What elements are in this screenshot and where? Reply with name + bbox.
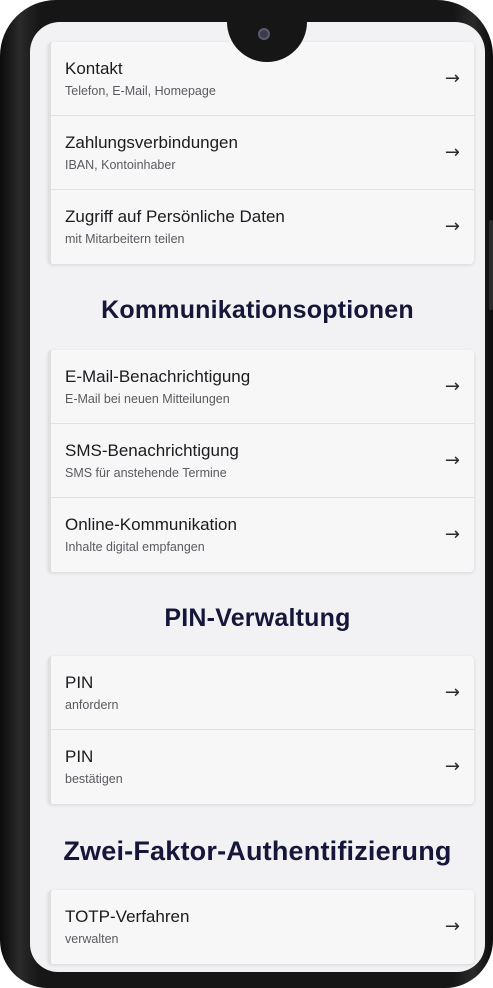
list-item-zahlungsverbindungen[interactable]: Zahlungsverbindungen IBAN, Kontoinhaber … xyxy=(51,116,474,190)
row-subtitle: bestätigen xyxy=(65,772,123,786)
front-camera-icon xyxy=(258,28,270,40)
row-title: PIN xyxy=(65,747,94,766)
arrow-right-icon: → xyxy=(444,68,460,89)
arrow-right-icon: → xyxy=(444,216,460,237)
pin-group: PIN anfordern → PIN bestätigen → xyxy=(48,656,474,804)
row-title: Zugriff auf Persönliche Daten xyxy=(65,207,285,226)
list-item-online-communication[interactable]: Online-Kommunikation Inhalte digital emp… xyxy=(51,498,474,572)
app-screen: Kontakt Telefon, E-Mail, Homepage → Zahl… xyxy=(30,22,485,972)
section-heading-pin: PIN-Verwaltung xyxy=(164,604,351,632)
row-subtitle: SMS für anstehende Termine xyxy=(65,466,227,480)
list-item-pin-confirm[interactable]: PIN bestätigen → xyxy=(51,730,474,804)
list-item-email-notification[interactable]: E-Mail-Benachrichtigung E-Mail bei neuen… xyxy=(51,350,474,424)
row-title: Online-Kommunikation xyxy=(65,515,237,534)
row-title: TOTP-Verfahren xyxy=(65,907,190,926)
arrow-right-icon: → xyxy=(444,682,460,703)
list-item-sms-notification[interactable]: SMS-Benachrichtigung SMS für anstehende … xyxy=(51,424,474,498)
side-button xyxy=(489,220,493,310)
row-title: SMS-Benachrichtigung xyxy=(65,441,239,460)
list-item-totp[interactable]: TOTP-Verfahren verwalten → xyxy=(51,890,474,964)
communication-group: E-Mail-Benachrichtigung E-Mail bei neuen… xyxy=(48,350,474,572)
twofa-group: TOTP-Verfahren verwalten → xyxy=(48,890,474,964)
arrow-right-icon: → xyxy=(444,756,460,777)
list-item-zugriff-daten[interactable]: Zugriff auf Persönliche Daten mit Mitarb… xyxy=(51,190,474,264)
arrow-right-icon: → xyxy=(444,524,460,545)
row-subtitle: mit Mitarbeitern teilen xyxy=(65,232,185,246)
row-subtitle: anfordern xyxy=(65,698,119,712)
row-title: PIN xyxy=(65,673,94,692)
row-subtitle: E-Mail bei neuen Mitteilungen xyxy=(65,392,230,406)
arrow-right-icon: → xyxy=(444,142,460,163)
row-subtitle: verwalten xyxy=(65,932,119,946)
arrow-right-icon: → xyxy=(444,916,460,937)
row-title: Zahlungsverbindungen xyxy=(65,133,238,152)
row-title: E-Mail-Benachrichtigung xyxy=(65,367,251,386)
section-heading-twofa: Zwei-Faktor-Authentifizierung xyxy=(63,836,452,866)
arrow-right-icon: → xyxy=(444,450,460,471)
personal-data-group: Kontakt Telefon, E-Mail, Homepage → Zahl… xyxy=(48,42,474,264)
row-subtitle: Telefon, E-Mail, Homepage xyxy=(65,84,216,98)
phone-frame: Kontakt Telefon, E-Mail, Homepage → Zahl… xyxy=(0,0,493,988)
row-subtitle: Inhalte digital empfangen xyxy=(65,540,205,554)
section-heading-communication: Kommunikationsoptionen xyxy=(101,296,414,324)
list-item-pin-request[interactable]: PIN anfordern → xyxy=(51,656,474,730)
row-subtitle: IBAN, Kontoinhaber xyxy=(65,158,176,172)
arrow-right-icon: → xyxy=(444,376,460,397)
